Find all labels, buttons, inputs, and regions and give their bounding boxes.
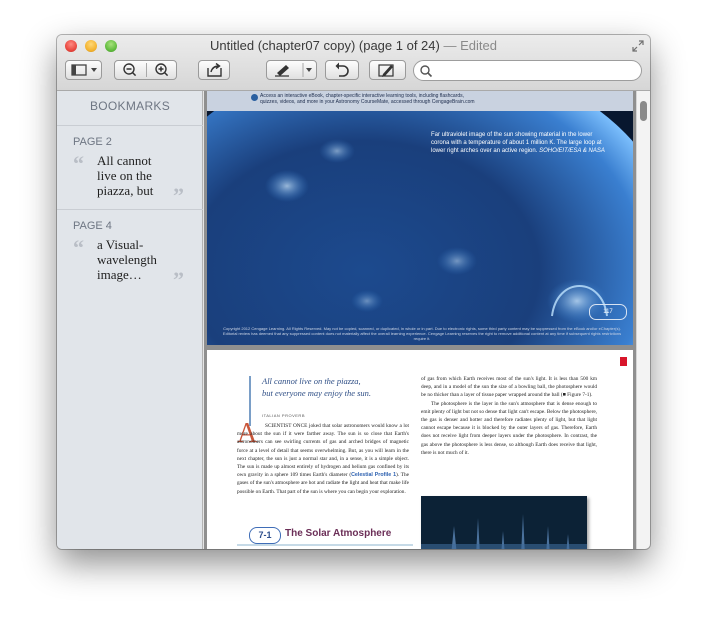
search-icon <box>420 65 433 78</box>
solar-spicules-image <box>421 496 587 549</box>
body-right-paragraph-2: The photosphere is the layer in the sun'… <box>421 400 598 456</box>
epigraph-source: ITALIAN PROVERB <box>262 413 305 418</box>
zoom-in-icon <box>155 63 169 77</box>
highlighter-icon <box>275 63 312 77</box>
bookmark-item-page-2[interactable]: PAGE 2 “ All cannot live on the piazza, … <box>73 136 198 208</box>
share-icon <box>207 62 222 77</box>
window-title-text: Untitled (chapter07 copy) (page 1 of 24) <box>210 38 440 53</box>
bookmark-item-page-4[interactable]: PAGE 4 “ a Visual-wavelength image… ” <box>73 220 198 292</box>
annotate-button[interactable] <box>369 60 406 80</box>
bookmark-text: All cannot live on the piazza, but <box>97 153 154 198</box>
bookmark-ribbon-icon[interactable] <box>620 357 627 366</box>
sidebar-view-icon <box>71 64 97 76</box>
zoom-out-icon <box>123 63 137 77</box>
share-button[interactable] <box>198 60 230 80</box>
document-viewport[interactable]: Access an interactive eBook, chapter-spe… <box>204 91 650 549</box>
body-column-right: of gas from which Earth receives most of… <box>421 375 597 457</box>
open-quote-icon: “ <box>73 235 84 260</box>
body-column-left: SCIENTIST ONCE joked that solar astronom… <box>237 422 409 496</box>
pdf-page-2: All cannot live on the piazza, but every… <box>207 350 633 549</box>
window-title: Untitled (chapter07 copy) (page 1 of 24)… <box>57 38 650 53</box>
close-quote-icon: ” <box>173 183 184 208</box>
section-heading: 7-1 The Solar Atmosphere <box>237 525 413 547</box>
markup-menu-button[interactable] <box>266 60 317 80</box>
search-field[interactable] <box>413 60 642 81</box>
pencil-icon <box>378 64 394 77</box>
title-bar: Untitled (chapter07 copy) (page 1 of 24)… <box>57 35 650 91</box>
epigraph: All cannot live on the piazza, but every… <box>262 375 402 399</box>
vertical-scrollbar[interactable] <box>636 91 650 549</box>
fullscreen-icon[interactable] <box>632 40 644 52</box>
pdf-pages: Access an interactive eBook, chapter-spe… <box>207 91 633 549</box>
open-quote-icon: “ <box>73 151 84 176</box>
zoom-control <box>114 60 177 80</box>
coursemate-icon <box>251 94 258 101</box>
celestial-profile-link[interactable]: Celestial Profile 1 <box>351 472 396 478</box>
bookmark-text: a Visual-wavelength image… <box>97 237 157 282</box>
epigraph-line-2: but everyone may enjoy the sun. <box>262 388 372 398</box>
view-menu-button[interactable] <box>65 60 102 80</box>
bookmarks-sidebar: BOOKMARKS PAGE 2 “ All cannot live on th… <box>57 91 203 549</box>
image-caption: Far ultraviolet image of the sun showing… <box>431 131 611 155</box>
body-right-paragraph-1: of gas from which Earth receives most of… <box>421 376 597 399</box>
bookmark-page-label: PAGE 4 <box>73 220 112 232</box>
edited-status: — Edited <box>443 38 497 53</box>
preview-window: Untitled (chapter07 copy) (page 1 of 24)… <box>57 35 650 549</box>
rotate-icon <box>335 62 349 77</box>
scrollbar-thumb[interactable] <box>640 101 647 121</box>
bookmark-page-label: PAGE 2 <box>73 136 112 148</box>
zoom-in-button[interactable] <box>147 61 178 79</box>
copyright-notice: Copyright 2012 Cengage Learning. All Rig… <box>222 326 622 341</box>
pdf-page-1: Access an interactive eBook, chapter-spe… <box>207 91 633 345</box>
section-number: 7-1 <box>249 527 281 544</box>
section-rule <box>237 544 413 546</box>
solar-figure-thumbnail <box>421 496 587 549</box>
close-quote-icon: ” <box>173 267 184 292</box>
coursemate-banner: Access an interactive eBook, chapter-spe… <box>207 91 633 111</box>
sidebar-separator <box>57 125 203 126</box>
body-left-text: SCIENTIST ONCE joked that solar astronom… <box>237 423 409 479</box>
section-title: The Solar Atmosphere <box>285 528 392 539</box>
zoom-out-button[interactable] <box>115 61 146 79</box>
sidebar-separator <box>57 209 203 210</box>
body-left-paragraph: SCIENTIST ONCE joked that solar astronom… <box>237 423 409 495</box>
banner-text: Access an interactive eBook, chapter-spe… <box>260 93 475 105</box>
page-number: 117 <box>589 304 627 320</box>
bookmarks-heading: BOOKMARKS <box>89 99 171 113</box>
epigraph-line-1: All cannot live on the piazza, <box>262 376 361 386</box>
image-credit: SOHO/EIT/ESA & NASA <box>539 148 605 154</box>
rotate-button[interactable] <box>325 60 359 80</box>
